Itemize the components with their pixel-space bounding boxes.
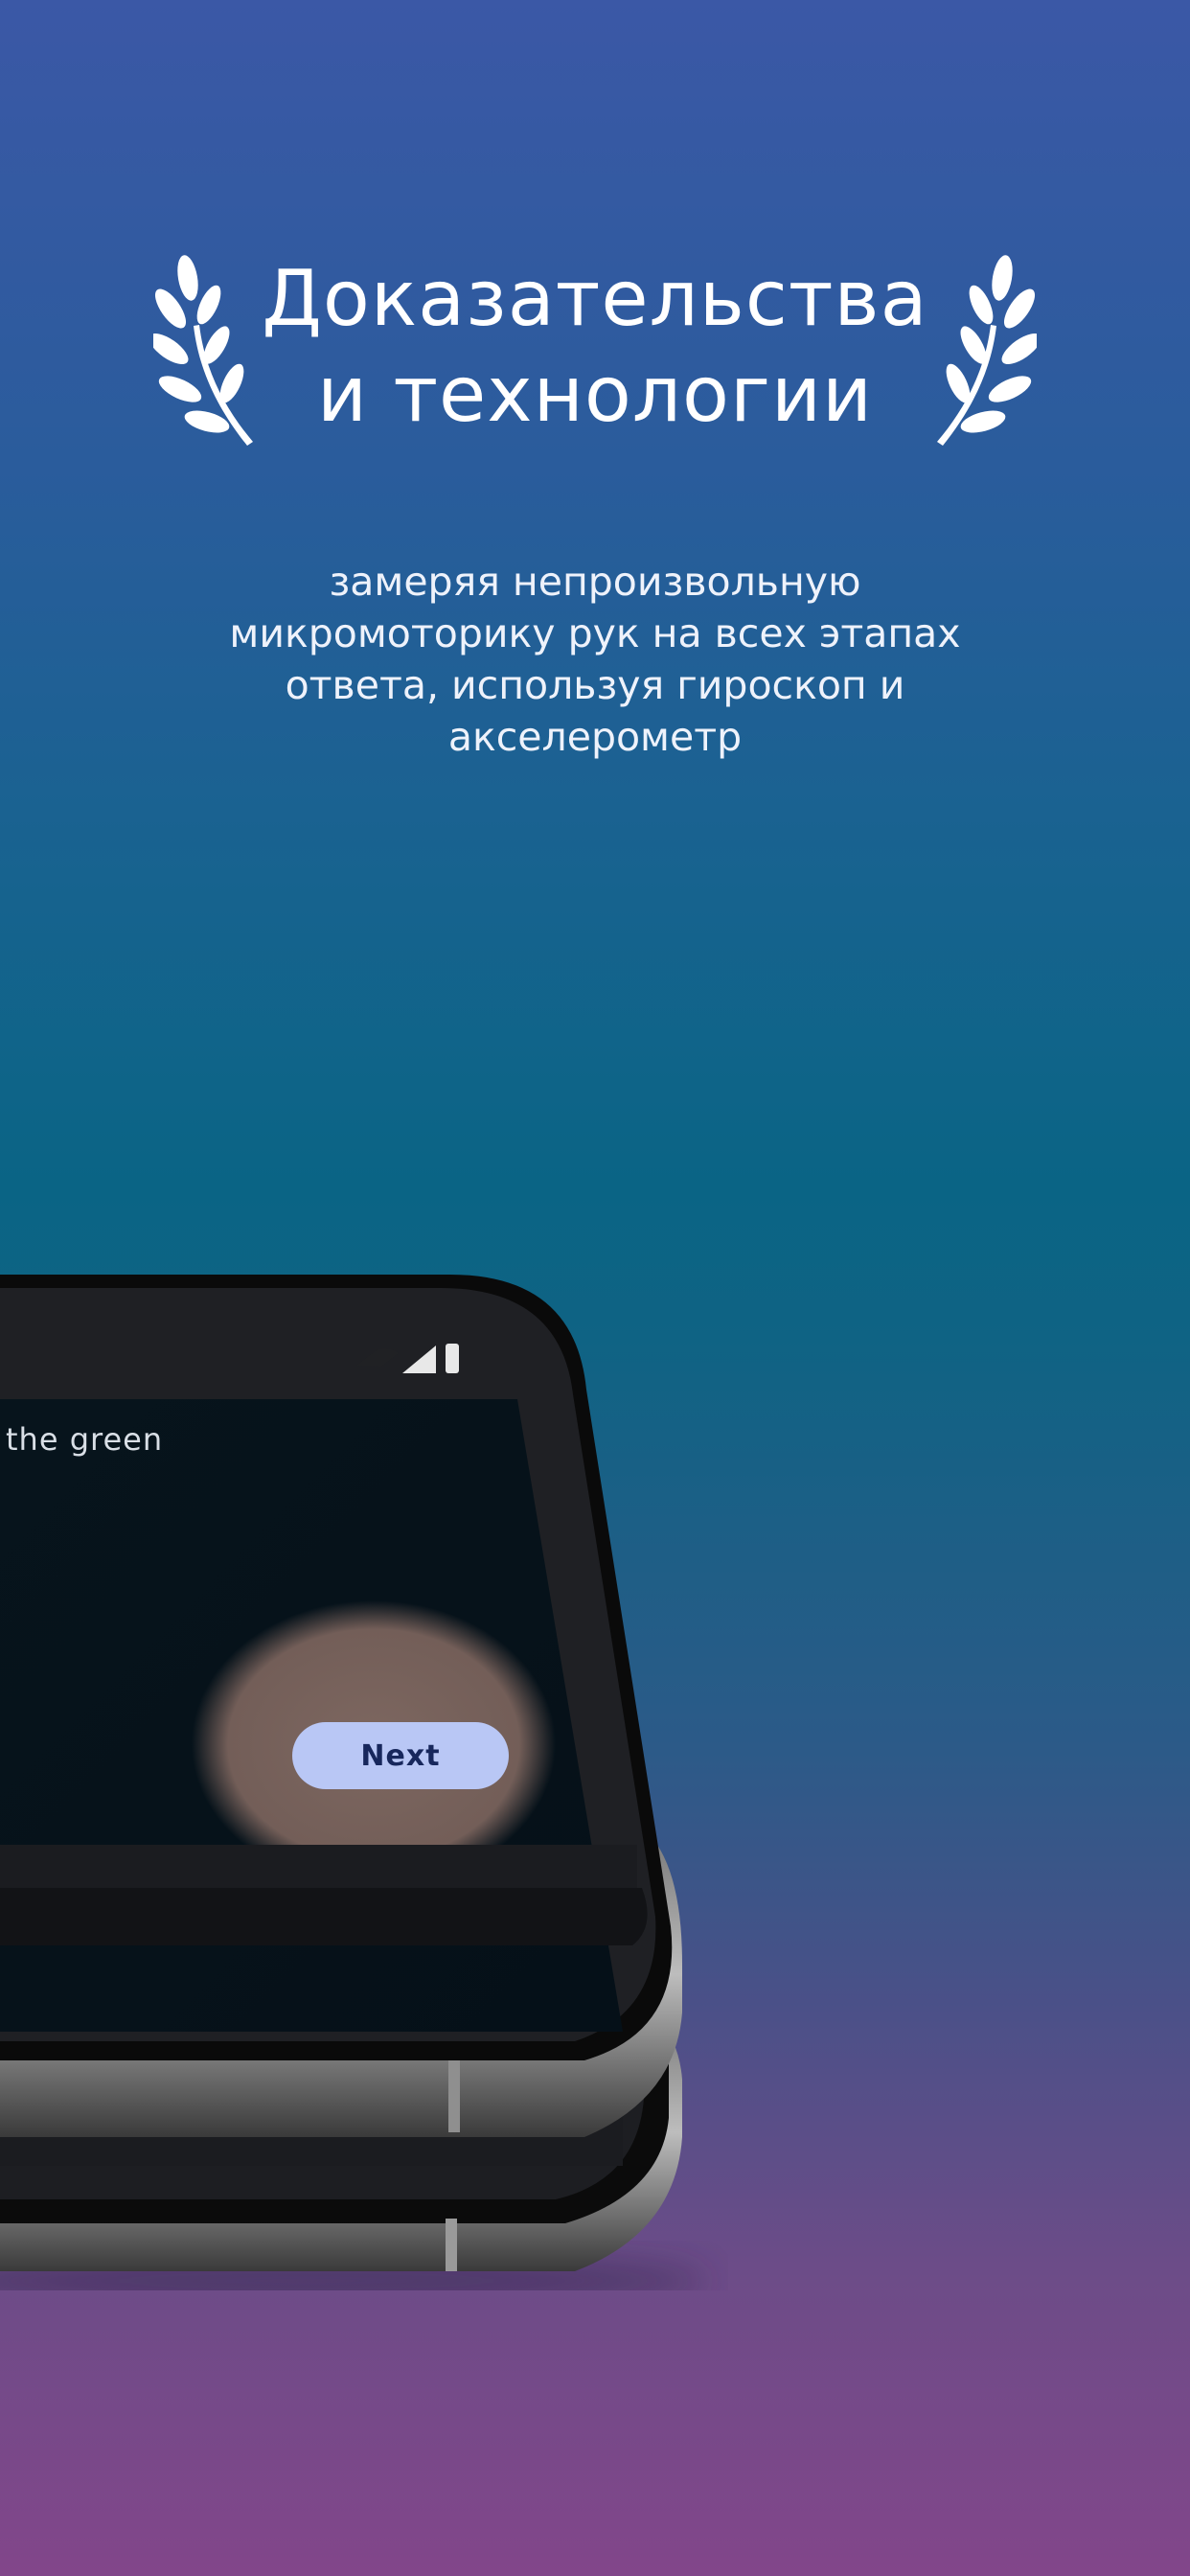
prompt-text: the green — [6, 1421, 164, 1458]
description-line-1: замеряя непроизвольную — [329, 559, 861, 605]
description-line-3: ответа, используя гироскоп и — [285, 662, 905, 708]
phone-mockup: the green Next — [0, 1275, 728, 2290]
description: замеряя непроизвольную микромоторику рук… — [172, 556, 1018, 763]
description-line-2: микромоторику рук на всех этапах — [229, 610, 961, 656]
description-line-4: акселерометр — [447, 714, 743, 760]
front-phone — [0, 1275, 682, 2137]
title-line-2: и технологии — [317, 350, 873, 439]
page-title: Доказательства и технологии — [230, 251, 960, 443]
header: Доказательства и технологии — [0, 230, 1190, 460]
title-line-1: Доказательства — [262, 254, 928, 343]
laurel-wreath-icon — [937, 255, 1037, 446]
battery-icon — [446, 1344, 459, 1373]
next-button[interactable]: Next — [292, 1722, 509, 1789]
